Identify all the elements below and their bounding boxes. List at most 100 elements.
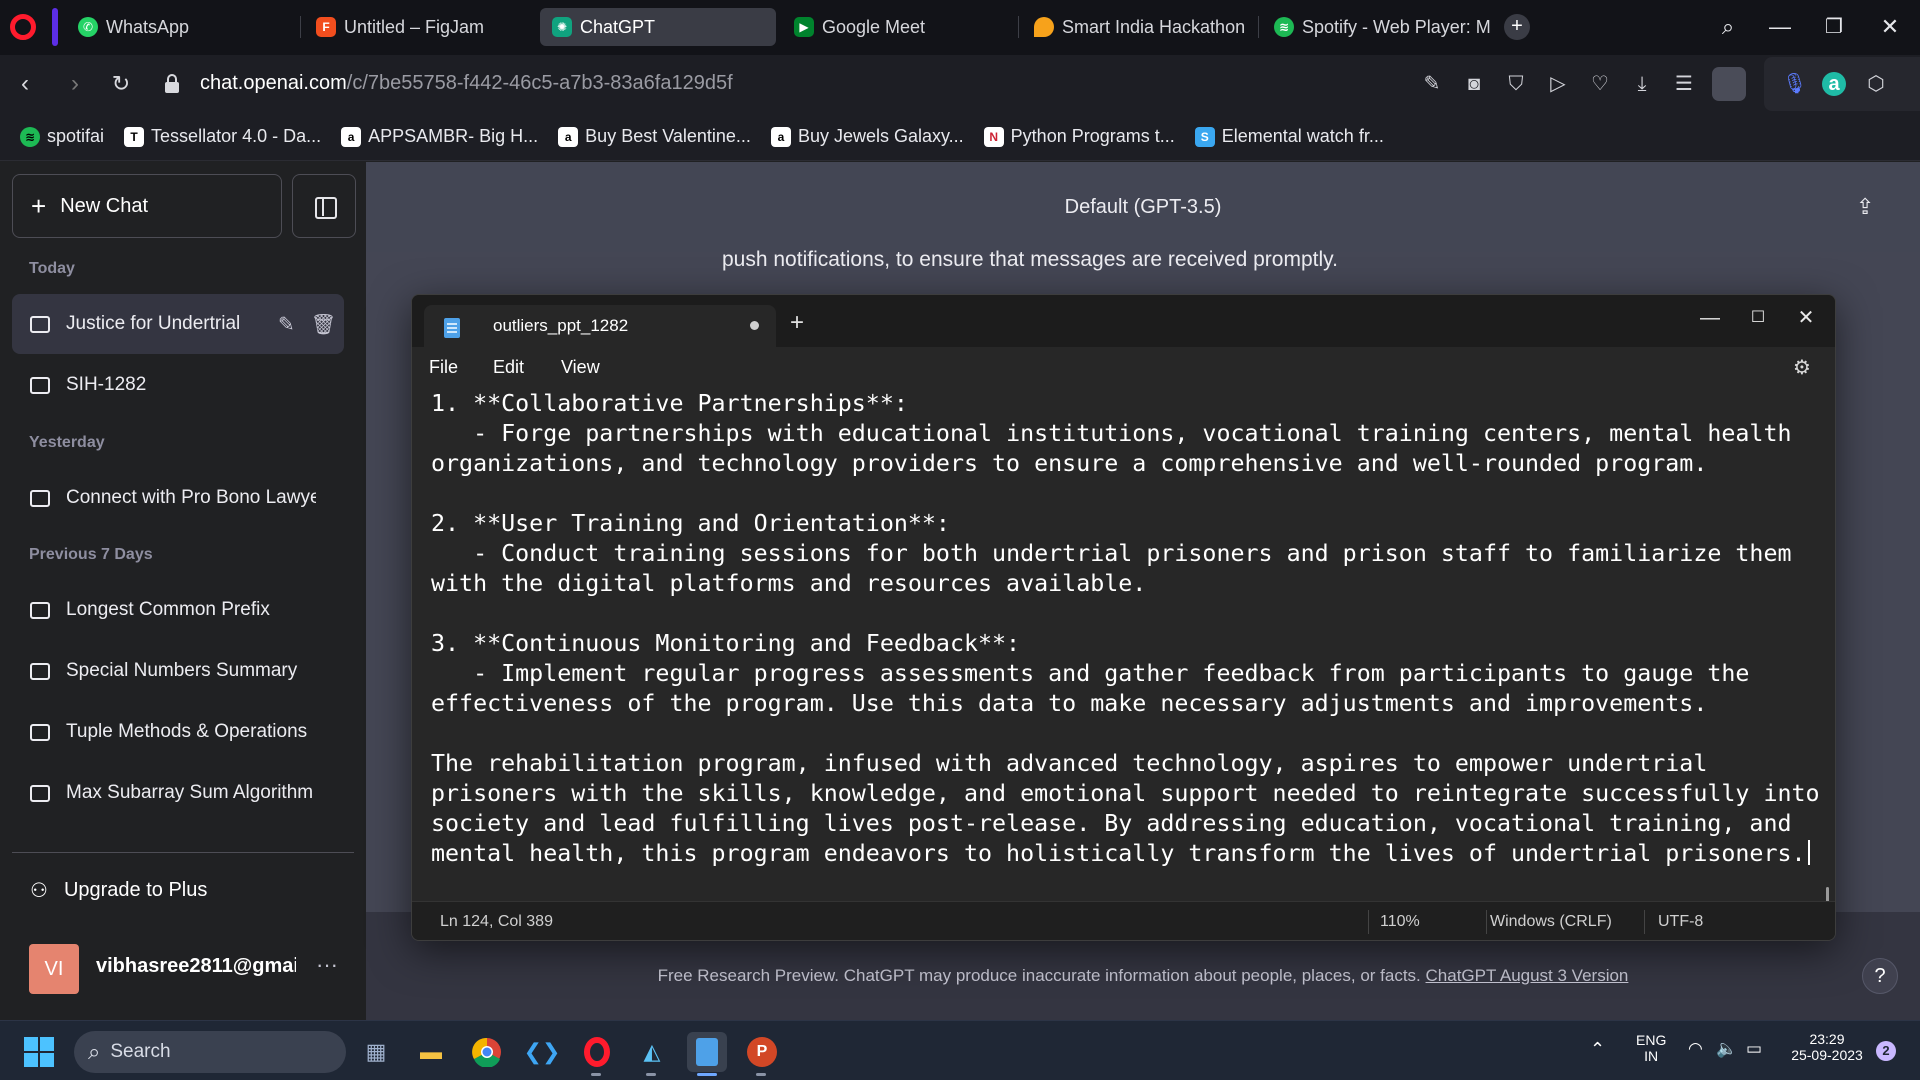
new-tab-button[interactable]: +	[1504, 14, 1530, 40]
taskbar-search[interactable]: ⌕ Search	[74, 1031, 346, 1073]
tab-sih[interactable]: Smart India Hackathon	[1022, 8, 1260, 46]
browser-tab-strip: ✆ WhatsApp F Untitled – FigJam ✺ ChatGPT…	[0, 0, 1920, 55]
bookmark-label: Elemental watch fr...	[1221, 126, 1384, 146]
notepad-editor[interactable]: 1. **Collaborative Partnerships**: - For…	[412, 387, 1835, 917]
bookmark-appsambr[interactable]: a APPSAMBR- Big H...	[341, 126, 538, 147]
new-chat-button[interactable]: + New Chat	[12, 174, 282, 238]
aria-icon[interactable]: a	[1822, 72, 1846, 96]
bookmark-valentine[interactable]: a Buy Best Valentine...	[558, 126, 751, 147]
section-heading-yesterday: Yesterday	[29, 434, 105, 451]
version-link[interactable]: ChatGPT August 3 Version	[1426, 966, 1629, 985]
chat-item-label: Special Numbers Summary	[66, 660, 298, 681]
notepad-tab[interactable]: outliers_ppt_1282	[424, 305, 776, 347]
cursor-position: Ln 124, Col 389	[440, 913, 553, 930]
trash-icon[interactable]: 🗑	[311, 312, 336, 337]
download-icon[interactable]: ⤓	[1630, 72, 1654, 96]
chat-bubble-icon	[30, 784, 50, 802]
tab-whatsapp[interactable]: ✆ WhatsApp	[66, 8, 296, 46]
notepad-taskbar-icon[interactable]	[687, 1032, 727, 1072]
bookmark-tessellator[interactable]: T Tessellator 4.0 - Da...	[124, 126, 321, 147]
chatgpt-icon: ✺	[552, 17, 572, 37]
wifi-icon[interactable]: ◠	[1688, 1039, 1703, 1059]
vscode-icon[interactable]: ❮❯	[522, 1032, 562, 1072]
chat-item-pro-bono[interactable]: Connect with Pro Bono Lawyers	[12, 468, 344, 528]
notepad-text-content[interactable]: 1. **Collaborative Partnerships**: - For…	[431, 389, 1821, 869]
help-button[interactable]: ?	[1862, 958, 1898, 994]
send-icon[interactable]: ▷	[1546, 72, 1570, 96]
maximize-button[interactable]: ❐	[1816, 10, 1852, 44]
bookmark-jewels[interactable]: a Buy Jewels Galaxy...	[770, 126, 964, 147]
edit-icon[interactable]: ✎	[1420, 72, 1444, 96]
snapshot-icon[interactable]: ◙	[1462, 72, 1486, 96]
unsaved-indicator-icon[interactable]	[750, 321, 759, 330]
account-email[interactable]: vibhasree2811@gmail.com	[96, 955, 296, 978]
plus-icon: +	[31, 190, 47, 221]
share-icon[interactable]: ⇪	[1856, 194, 1878, 219]
tab-figjam[interactable]: F Untitled – FigJam	[304, 8, 534, 46]
menu-file[interactable]: File	[429, 357, 458, 378]
more-options-icon[interactable]: ···	[316, 952, 338, 978]
minimize-button[interactable]: —	[1762, 10, 1798, 44]
language-indicator[interactable]: ENG IN	[1636, 1032, 1666, 1064]
forward-button[interactable]: ›	[58, 67, 92, 101]
notification-badge[interactable]: 2	[1876, 1041, 1896, 1061]
back-button[interactable]: ‹	[8, 67, 42, 101]
edit-icon[interactable]: ✎	[278, 312, 295, 337]
notepad-minimize-button[interactable]: —	[1688, 303, 1732, 333]
notepad-close-button[interactable]: ✕	[1784, 303, 1828, 333]
shield-icon[interactable]: ⛉	[1504, 72, 1528, 96]
chevron-up-icon[interactable]: ⌃	[1590, 1039, 1605, 1060]
reload-button[interactable]: ↻	[104, 67, 138, 101]
elemental-icon: S	[1194, 126, 1215, 147]
amazon-icon: a	[558, 126, 579, 147]
photos-icon[interactable]: ◭	[632, 1032, 672, 1072]
windows-start-icon[interactable]	[24, 1037, 54, 1067]
avatar[interactable]: VI	[29, 944, 79, 994]
chat-item-max-subarray[interactable]: Max Subarray Sum Algorithm	[12, 763, 344, 823]
volume-icon[interactable]: 🔈	[1716, 1039, 1737, 1059]
chat-item-justice-for-undertrial[interactable]: Justice for Undertrial ✎ 🗑	[12, 294, 344, 354]
chat-item-special-numbers[interactable]: Special Numbers Summary	[12, 641, 344, 701]
chat-bubble-icon	[30, 489, 50, 507]
clock[interactable]: 23:29 25-09-2023	[1782, 1031, 1872, 1063]
toggle-sidebar-button[interactable]	[292, 174, 356, 238]
bookmark-spotifai[interactable]: ≋ spotifai	[20, 126, 104, 147]
battery-icon[interactable]: ▭	[1746, 1039, 1762, 1059]
easy-setup-icon[interactable]: ☰	[1672, 72, 1696, 96]
tab-spotify[interactable]: ≋ Spotify - Web Player: M	[1262, 8, 1494, 46]
notepad-new-tab-button[interactable]: +	[790, 311, 804, 335]
extensions-icon[interactable]: ⬡	[1864, 72, 1888, 96]
url-field[interactable]: chat.openai.com/c/7be55758-f442-46c5-a7b…	[200, 72, 733, 95]
upgrade-to-plus-button[interactable]: ⚇ Upgrade to Plus	[30, 878, 207, 903]
calculator-icon[interactable]: ▦	[356, 1032, 396, 1072]
profile-button[interactable]	[1712, 67, 1746, 101]
heart-icon[interactable]: ♡	[1588, 72, 1612, 96]
opera-icon[interactable]	[577, 1032, 617, 1072]
running-indicator	[756, 1073, 766, 1076]
chrome-icon[interactable]	[467, 1032, 507, 1072]
close-button[interactable]: ✕	[1872, 10, 1908, 44]
powerpoint-icon[interactable]: P	[742, 1032, 782, 1072]
bookmark-python-programs[interactable]: N Python Programs t...	[983, 126, 1175, 147]
file-explorer-icon[interactable]: ▬	[411, 1032, 451, 1072]
menu-edit[interactable]: Edit	[493, 357, 524, 378]
chat-item-label: Connect with Pro Bono Lawyers	[66, 487, 316, 508]
bookmark-elemental[interactable]: S Elemental watch fr...	[1194, 126, 1384, 147]
extensions-panel: 🎙 a ⬡	[1764, 57, 1920, 111]
notepad-maximize-button[interactable]: ☐	[1736, 303, 1780, 333]
chat-item-longest-common-prefix[interactable]: Longest Common Prefix	[12, 580, 344, 640]
tab-title: Untitled – FigJam	[344, 16, 485, 37]
chat-item-tuple-methods[interactable]: Tuple Methods & Operations	[12, 702, 344, 762]
language-code: ENG	[1636, 1032, 1667, 1048]
chat-item-sih-1282[interactable]: SIH-1282	[12, 355, 344, 415]
mic-icon[interactable]: 🎙	[1782, 72, 1807, 96]
lock-icon	[165, 74, 179, 93]
opera-logo-icon[interactable]	[10, 14, 36, 40]
footer-text: Free Research Preview. ChatGPT may produ…	[657, 966, 1421, 985]
settings-gear-icon[interactable]: ⚙	[1793, 355, 1811, 380]
tab-search-icon[interactable]: ⌕	[1710, 10, 1746, 44]
tab-google-meet[interactable]: ▶ Google Meet	[782, 8, 1012, 46]
menu-view[interactable]: View	[561, 357, 600, 378]
tab-chatgpt[interactable]: ✺ ChatGPT	[540, 8, 776, 46]
amazon-icon: a	[341, 126, 362, 147]
